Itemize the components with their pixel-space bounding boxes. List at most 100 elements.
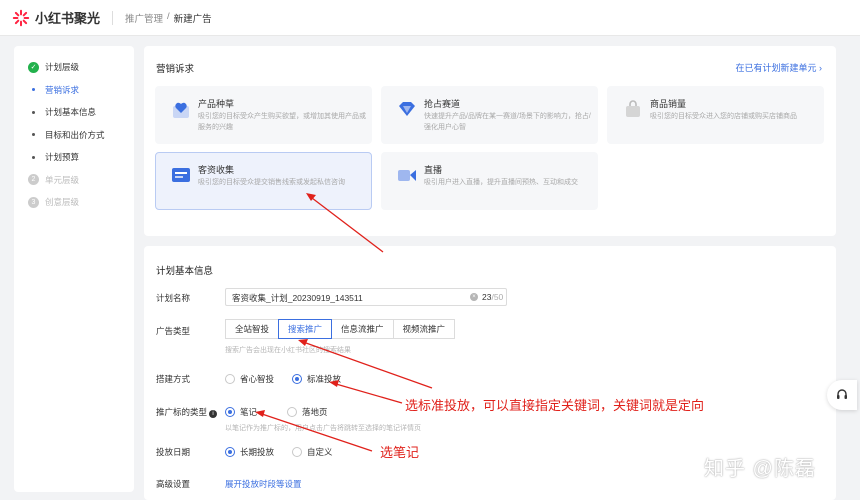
radio-checked-icon: [225, 407, 235, 417]
sidebar-item-label: 计划基本信息: [45, 107, 97, 118]
ad-type-video[interactable]: 视频流推广: [392, 319, 456, 339]
bullet-dot-icon: [32, 133, 35, 137]
check-circle-icon: ✓: [28, 61, 39, 73]
ad-type-search[interactable]: 搜索推广: [278, 319, 333, 339]
clear-icon[interactable]: ×: [470, 293, 478, 301]
card-desc: 吸引您的目标受众提交销售线索或发起私信咨询: [198, 179, 345, 186]
card-desc: 吸引您的目标受众产生购买欲望，或增加其使用产品或服务的兴趣: [198, 113, 366, 131]
sidebar-item-label: 营销诉求: [45, 84, 80, 95]
card-title: 直播: [424, 165, 443, 175]
radio-label: 自定义: [307, 447, 333, 457]
goal-card-seeding[interactable]: 产品种草 吸引您的目标受众产生购买欲望，或增加其使用产品或服务的兴趣: [155, 86, 372, 144]
date-option-custom[interactable]: 自定义: [292, 446, 333, 458]
build-option-smart[interactable]: 省心智投: [225, 373, 274, 385]
card-desc: 吸引用户进入直播，提升直播间预热、互动和成交: [424, 179, 578, 186]
annotation-standard-delivery: 选标准投放，可以直接指定关键词，关键词就是定向: [405, 398, 705, 413]
breadcrumb: 推广管理 / 新建广告: [125, 11, 212, 25]
shopping-bag-icon: [626, 100, 640, 117]
radio-label: 笔记: [240, 407, 258, 417]
ad-type-label: 广告类型: [156, 326, 191, 336]
target-option-landing[interactable]: 落地页: [287, 406, 328, 418]
goal-card-leads[interactable]: 客资收集 吸引您的目标受众提交销售线索或发起私信咨询: [155, 152, 372, 210]
ad-type-selector: 全站智投 搜索推广 信息流推广 视频流推广: [225, 319, 456, 339]
diamond-icon: [399, 102, 415, 116]
sidebar-creative-level[interactable]: 3 创意层级: [14, 191, 134, 214]
sidebar-item-budget[interactable]: 计划预算: [14, 146, 134, 169]
section-title: 营销诉求: [156, 64, 195, 75]
card-desc: 快速提升产品/品牌在某一赛道/场景下的影响力，抢占/强化用户心智: [424, 113, 591, 131]
new-unit-link-label: 在已有计划新建单元: [735, 63, 817, 73]
sidebar-unit-level[interactable]: 2 单元层级: [14, 169, 134, 192]
card-title: 商品销量: [650, 99, 687, 109]
logo[interactable]: 小红书聚光: [12, 8, 100, 27]
build-method-label: 搭建方式: [156, 374, 191, 384]
sidebar-item-basic-info[interactable]: 计划基本信息: [14, 101, 134, 124]
advanced-settings-link[interactable]: 展开投放时段等设置: [225, 478, 302, 490]
radio-icon: [225, 374, 235, 384]
ad-type-hint: 搜索广告会出现在小红书社区的搜索结果: [225, 347, 351, 354]
target-type-label: 推广标的类型 i: [156, 406, 218, 418]
radio-checked-icon: [225, 447, 235, 457]
top-bar: 小红书聚光 推广管理 / 新建广告: [0, 0, 860, 36]
radio-label: 标准投放: [307, 374, 342, 384]
card-title: 产品种草: [198, 99, 235, 109]
sidebar-unit-level-label: 单元层级: [45, 174, 80, 185]
target-type-text: 推广标的类型: [156, 407, 208, 417]
plan-name-value: 客资收集_计划_20230919_143511: [232, 293, 363, 303]
sidebar-plan-level-label: 计划层级: [45, 62, 80, 73]
build-method-options: 省心智投 标准投放: [225, 373, 359, 385]
sidebar-item-bidding[interactable]: 目标和出价方式: [14, 124, 134, 147]
marketing-goal-panel: 营销诉求 在已有计划新建单元 › 产品种草 吸引您的目标受众产生购买欲望，或增加…: [144, 46, 836, 236]
breadcrumb-current: 新建广告: [173, 13, 212, 25]
date-label: 投放日期: [156, 447, 191, 457]
step-sidebar: ✓ 计划层级 营销诉求 计划基本信息 目标和出价方式 计划预算 2 单元层级 3…: [14, 46, 134, 492]
date-options: 长期投放 自定义: [225, 446, 351, 458]
breadcrumb-separator: /: [167, 10, 170, 22]
radio-checked-icon: [292, 374, 303, 384]
watermark: 知乎 @陈磊: [704, 458, 816, 480]
help-float-button[interactable]: [827, 380, 857, 410]
date-option-long[interactable]: 长期投放: [225, 446, 274, 458]
char-counter: 23/50: [482, 292, 503, 302]
sidebar-plan-level[interactable]: ✓ 计划层级: [14, 56, 134, 79]
radio-icon: [287, 407, 298, 417]
radio-label: 省心智投: [240, 374, 275, 384]
info-icon[interactable]: i: [209, 410, 218, 418]
advanced-label: 高级设置: [156, 479, 191, 489]
radio-label: 长期投放: [240, 447, 275, 457]
plan-name-label: 计划名称: [156, 293, 191, 303]
bullet-dot-icon: [32, 155, 35, 159]
target-type-options: 笔记 落地页: [225, 406, 346, 418]
app-name: 小红书聚光: [35, 11, 101, 26]
section-title: 计划基本信息: [156, 266, 214, 277]
step-number: 3: [28, 196, 39, 208]
card-title: 客资收集: [198, 165, 235, 175]
build-option-standard[interactable]: 标准投放: [292, 373, 341, 385]
ad-type-feed[interactable]: 信息流推广: [331, 319, 394, 339]
target-option-note[interactable]: 笔记: [225, 406, 257, 418]
live-camera-icon: [398, 170, 416, 181]
bullet-dot-icon: [32, 110, 35, 114]
plan-name-input[interactable]: 客资收集_计划_20230919_143511 × 23/50: [225, 288, 507, 306]
spark-logo-icon: [12, 9, 30, 26]
sidebar-item-marketing[interactable]: 营销诉求: [14, 79, 134, 102]
goal-card-live[interactable]: 直播 吸引用户进入直播，提升直播间预热、互动和成交: [381, 152, 598, 210]
new-unit-link[interactable]: 在已有计划新建单元 ›: [735, 61, 822, 74]
annotation-note: 选笔记: [380, 445, 420, 460]
ad-type-all[interactable]: 全站智投: [225, 319, 280, 339]
step-number: 2: [28, 174, 39, 186]
sidebar-creative-level-label: 创意层级: [45, 197, 80, 208]
goal-card-track[interactable]: 抢占赛道 快速提升产品/品牌在某一赛道/场景下的影响力，抢占/强化用户心智: [381, 86, 598, 144]
radio-icon: [292, 447, 303, 457]
char-max: /50: [491, 292, 504, 302]
breadcrumb-parent[interactable]: 推广管理: [125, 11, 163, 25]
sidebar-item-label: 目标和出价方式: [45, 129, 105, 140]
target-type-hint: 以笔记作为推广标的，用户点击广告将跳转至选择的笔记详情页: [225, 425, 421, 432]
card-title: 抢占赛道: [424, 99, 461, 109]
goal-card-sales[interactable]: 商品销量 吸引您的目标受众进入您的店铺或购买店铺商品: [607, 86, 824, 144]
headset-icon: [837, 389, 847, 399]
form-card-icon: [172, 168, 190, 182]
chevron-right-icon: ›: [819, 63, 822, 73]
sidebar-item-label: 计划预算: [45, 152, 80, 163]
heart-box-icon: [173, 102, 189, 118]
